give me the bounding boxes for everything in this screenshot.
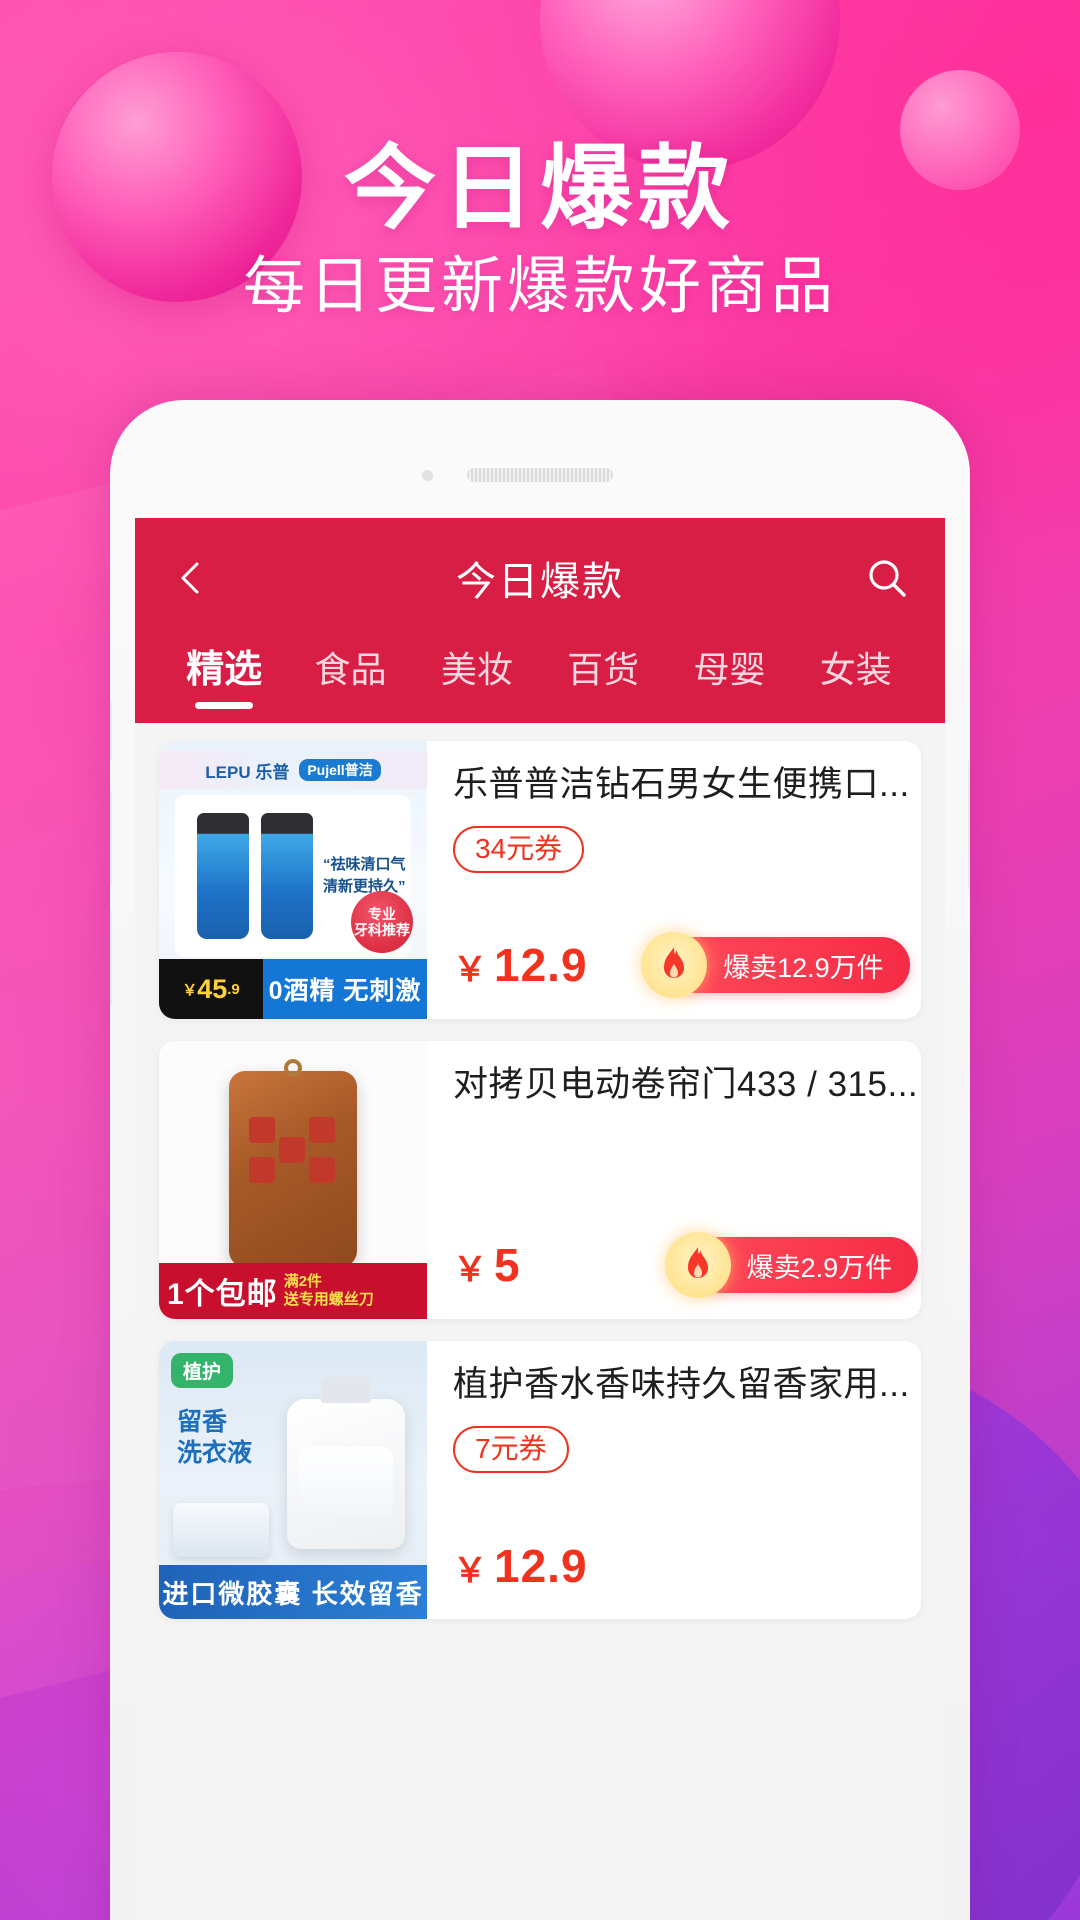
page-title: 今日爆款	[456, 560, 624, 604]
thumb-label-line2: 洗衣液	[177, 1439, 253, 1468]
phone-volume-up-button	[110, 790, 112, 886]
product-price: ￥ 5	[453, 1238, 521, 1292]
tab-nuzhuang[interactable]: 女装	[793, 641, 919, 709]
thumb-recommend-seal: 专业 牙科推荐	[351, 891, 413, 953]
product-title: 乐普普洁钻石男女生便携口...	[453, 765, 910, 804]
product-thumbnail[interactable]: 植护 留香 洗衣液 进口微胶囊 长效留香	[159, 1341, 427, 1619]
product-list: LEPU 乐普 Pujell普洁 “祛味清口气 清新更持久” 专业 牙科推荐 ￥…	[135, 723, 945, 1619]
product-price: ￥ 12.9	[453, 1539, 588, 1593]
flame-icon	[664, 1232, 731, 1298]
phone-power-button	[968, 760, 970, 890]
coupon-badge[interactable]: 34元券	[453, 825, 585, 873]
hot-sale-label: 爆卖2.9万件	[746, 1252, 893, 1283]
chevron-left-icon[interactable]	[169, 556, 213, 600]
promo-title: 今日爆款	[343, 138, 736, 240]
product-bottom-row: ￥ 12.9	[453, 1539, 910, 1619]
phone-mute-switch	[110, 700, 112, 760]
product-bottom-row: ￥ 12.9 爆卖12.9万件	[453, 932, 910, 1019]
thumb-price-currency: ￥	[182, 981, 198, 999]
thumb-remote-button	[249, 1117, 275, 1143]
thumb-footer-banner: ￥ 45.9 0酒精 无刺激	[159, 959, 427, 1019]
product-thumbnail[interactable]: LEPU 乐普 Pujell普洁 “祛味清口气 清新更持久” 专业 牙科推荐 ￥…	[159, 741, 427, 1019]
thumb-remote-image	[229, 1059, 357, 1267]
thumb-promo-line1: 满2件	[283, 1273, 323, 1290]
category-tabs: 精选 食品 美妆 百货 母婴 女装	[135, 638, 945, 723]
thumb-price-decimal: .9	[227, 980, 240, 998]
thumb-quote-line1: “祛味清口气	[323, 856, 406, 873]
phone-speaker-grille	[467, 468, 613, 482]
product-card[interactable]: 植护 留香 洗衣液 进口微胶囊 长效留香 植护香水香味持久留香家用... 7元券	[159, 1341, 921, 1619]
thumb-product-label: 留香 洗衣液	[177, 1407, 252, 1470]
thumb-footer-banner: 进口微胶囊 长效留香	[159, 1565, 427, 1619]
navigation-bar: 今日爆款	[135, 518, 945, 638]
product-card[interactable]: LEPU 乐普 Pujell普洁 “祛味清口气 清新更持久” 专业 牙科推荐 ￥…	[159, 741, 921, 1019]
thumb-keyring	[284, 1059, 302, 1077]
product-info: 乐普普洁钻石男女生便携口... 34元券 ￥ 12.9 爆卖12.9万件	[427, 741, 921, 1019]
thumb-footer-banner: 1个包邮 满2件 送专用螺丝刀	[159, 1263, 427, 1319]
thumb-seal-line2: 牙科推荐	[354, 922, 410, 938]
flame-icon	[641, 932, 708, 998]
phone-volume-down-button	[110, 910, 112, 1006]
currency-symbol: ￥	[453, 1552, 488, 1590]
thumb-price-value: 45	[197, 973, 228, 1004]
product-title: 对拷贝电动卷帘门433 / 315...	[453, 1065, 919, 1104]
thumb-remote-button	[279, 1137, 305, 1163]
phone-front-camera	[422, 470, 433, 481]
thumb-claim-text: 0酒精 无刺激	[263, 959, 427, 1019]
price-value: 12.9	[494, 939, 588, 991]
thumb-promo-note: 满2件 送专用螺丝刀	[284, 1273, 374, 1309]
thumb-remote-button	[309, 1117, 335, 1143]
thumb-brand-tag: 植护	[171, 1353, 234, 1388]
product-info: 植护香水香味持久留香家用... 7元券 ￥ 12.9	[427, 1341, 921, 1619]
search-icon[interactable]	[863, 554, 911, 602]
thumb-shipping-text: 1个包邮	[167, 1278, 278, 1311]
tab-baihuo[interactable]: 百货	[540, 641, 666, 709]
price-value: 12.9	[494, 1540, 588, 1592]
hot-sale-label: 爆卖12.9万件	[723, 952, 884, 983]
thumb-towels-image	[173, 1503, 269, 1557]
thumb-label-line1: 留香	[177, 1408, 228, 1436]
thumb-bottle-right	[261, 813, 313, 939]
tab-shipin[interactable]: 食品	[287, 641, 413, 709]
thumb-seal-line1: 专业	[368, 905, 396, 922]
thumb-price-block: ￥ 45.9	[159, 959, 263, 1019]
product-title: 植护香水香味持久留香家用...	[453, 1365, 910, 1404]
hot-sale-badge: 爆卖12.9万件	[641, 932, 910, 998]
promo-headline: 今日爆款 每日更新爆款好商品	[0, 138, 1080, 322]
product-bottom-row: ￥ 5 爆卖2.9万件	[453, 1232, 919, 1319]
promo-subtitle: 每日更新爆款好商品	[242, 252, 837, 322]
price-value: 5	[494, 1239, 521, 1291]
thumb-bottle-label	[299, 1447, 393, 1517]
app-screen: 今日爆款 精选 食品 美妆 百货 母婴 女装 LEPU 乐普 Pujell普洁 …	[135, 518, 945, 1920]
tab-muying[interactable]: 母婴	[666, 641, 792, 709]
tab-jingxuan[interactable]: 精选	[161, 638, 287, 709]
thumb-promo-line2: 送专用螺丝刀	[283, 1291, 374, 1308]
thumb-detergent-bottle	[287, 1377, 405, 1549]
product-info: 对拷贝电动卷帘门433 / 315... ￥ 5 爆卖2.9万件	[427, 1041, 921, 1319]
product-card[interactable]: 1个包邮 满2件 送专用螺丝刀 对拷贝电动卷帘门433 / 315... ￥5	[159, 1041, 921, 1319]
coupon-badge[interactable]: 7元券	[453, 1425, 569, 1473]
app-header: 今日爆款 精选 食品 美妆 百货 母婴 女装	[135, 518, 945, 723]
hot-sale-badge: 爆卖2.9万件	[664, 1232, 919, 1298]
product-thumbnail[interactable]: 1个包邮 满2件 送专用螺丝刀	[159, 1041, 427, 1319]
thumb-bottle-cap	[321, 1377, 371, 1403]
currency-symbol: ￥	[453, 951, 488, 989]
currency-symbol: ￥	[453, 1251, 488, 1289]
thumb-remote-button	[309, 1157, 335, 1183]
phone-mockup: 今日爆款 精选 食品 美妆 百货 母婴 女装 LEPU 乐普 Pujell普洁 …	[110, 400, 970, 1920]
thumb-brand-pill: Pujell普洁	[299, 759, 381, 781]
thumb-remote-button	[249, 1157, 275, 1183]
thumb-brand-name: LEPU 乐普	[205, 762, 290, 782]
tab-meizhuang[interactable]: 美妆	[414, 641, 540, 709]
thumb-bottle-left	[197, 813, 249, 939]
product-price: ￥ 12.9	[453, 938, 588, 992]
thumb-brand-bar: LEPU 乐普 Pujell普洁	[159, 751, 427, 789]
